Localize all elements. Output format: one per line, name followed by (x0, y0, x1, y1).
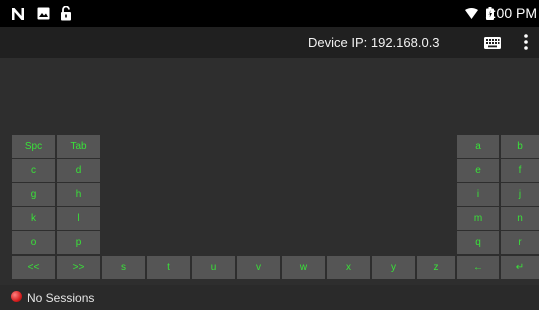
key-y[interactable]: y (372, 256, 415, 279)
key-j[interactable]: j (501, 183, 539, 206)
key-z[interactable]: z (417, 256, 455, 279)
overflow-menu-icon[interactable] (522, 33, 530, 51)
key-m[interactable]: m (457, 207, 499, 230)
key-l[interactable]: l (57, 207, 100, 230)
key-page-next[interactable]: >> (57, 256, 100, 279)
key-e[interactable]: e (457, 159, 499, 182)
key-backspace[interactable]: ← (457, 256, 499, 279)
key-f[interactable]: f (501, 159, 539, 182)
session-status-dot-icon (11, 291, 22, 302)
key-h[interactable]: h (57, 183, 100, 206)
keyboard-icon[interactable] (484, 36, 501, 49)
key-q[interactable]: q (457, 231, 499, 254)
key-page-prev[interactable]: << (12, 256, 55, 279)
clock: 1:00 PM (484, 5, 537, 21)
wifi-icon (465, 6, 478, 21)
key-d[interactable]: d (57, 159, 100, 182)
device-ip-label: Device IP: 192.168.0.3 (308, 35, 440, 50)
session-status-label: No Sessions (27, 291, 95, 305)
key-x[interactable]: x (327, 256, 370, 279)
key-space[interactable]: Spc (12, 135, 55, 158)
n-notification-icon (11, 6, 25, 21)
status-bar: 1:00 PM (0, 0, 539, 27)
key-o[interactable]: o (12, 231, 55, 254)
unlocked-padlock-icon (60, 6, 72, 21)
key-g[interactable]: g (12, 183, 55, 206)
key-p[interactable]: p (57, 231, 100, 254)
key-b[interactable]: b (501, 135, 539, 158)
key-w[interactable]: w (282, 256, 325, 279)
key-enter[interactable]: ↵ (501, 256, 539, 279)
key-a[interactable]: a (457, 135, 499, 158)
key-s[interactable]: s (102, 256, 145, 279)
key-tab[interactable]: Tab (57, 135, 100, 158)
key-t[interactable]: t (147, 256, 190, 279)
key-i[interactable]: i (457, 183, 499, 206)
app-toolbar: Device IP: 192.168.0.3 (0, 27, 539, 58)
key-u[interactable]: u (192, 256, 235, 279)
key-n[interactable]: n (501, 207, 539, 230)
key-k[interactable]: k (12, 207, 55, 230)
image-icon (37, 6, 50, 21)
key-v[interactable]: v (237, 256, 280, 279)
key-r[interactable]: r (501, 231, 539, 254)
key-c[interactable]: c (12, 159, 55, 182)
